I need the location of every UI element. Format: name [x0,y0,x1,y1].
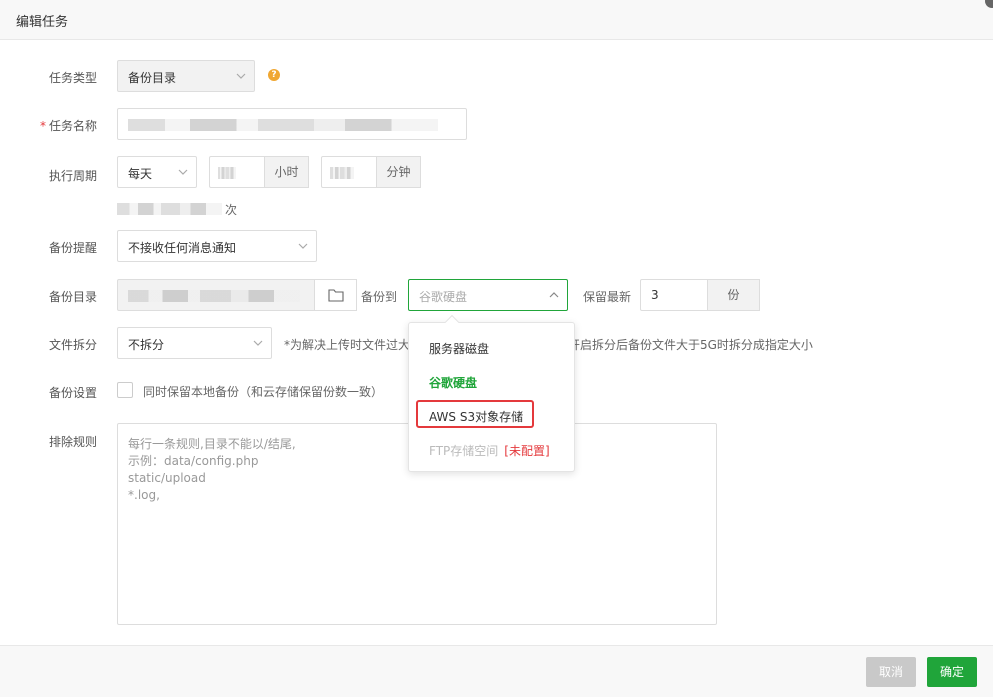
notify-select[interactable]: 不接收任何消息通知 [117,230,317,262]
split-note-left: *为解决上传时文件过大 [284,338,411,352]
minute-input[interactable]: 分钟 [321,156,421,188]
confirm-button[interactable]: 确定 [927,657,977,687]
split-note-right: 开启拆分后备份文件大于5G时拆分成指定大小 [568,338,813,352]
chevron-down-icon [298,243,308,249]
schedule-value: 每天 [128,167,153,181]
chevron-down-icon [253,340,263,346]
split-select[interactable]: 不拆分 [117,327,272,359]
not-configured-tag: [未配置] [504,444,550,458]
schedule-summary: 次 [225,203,238,217]
dialog-footer: 取消 确定 [0,645,993,697]
task-type-label: 任务类型 [48,71,97,85]
schedule-select[interactable]: 每天 [117,156,197,188]
hour-input[interactable]: 小时 [209,156,309,188]
close-icon[interactable] [985,0,993,8]
chevron-down-icon [236,73,246,79]
option-google-drive[interactable]: 谷歌硬盘 [429,374,477,391]
hour-unit: 小时 [264,156,309,188]
redacted-text [218,167,236,179]
help-icon[interactable]: ? [268,69,280,81]
keep-latest-label: 保留最新 [583,290,632,304]
option-server-disk[interactable]: 服务器磁盘 [429,340,489,357]
chevron-up-icon [549,292,559,298]
backup-to-label: 备份到 [361,290,398,304]
highlight-box [416,400,534,428]
backup-to-value: 谷歌硬盘 [419,290,468,304]
split-label: 文件拆分 [48,338,97,352]
option-ftp: FTP存储空间 [未配置] [429,444,550,458]
chevron-down-icon [178,169,188,175]
exclude-label: 排除规则 [48,435,97,449]
folder-button[interactable] [314,279,357,311]
task-type-value: 备份目录 [128,71,177,85]
redacted-text [330,167,354,179]
dialog-header: 编辑任务 [0,0,993,40]
keep-latest-value: 3 [651,288,659,302]
backup-dir-input[interactable] [117,279,357,311]
keep-latest-unit: 份 [707,279,760,311]
exclude-placeholder: 每行一条规则,目录不能以/结尾, 示例：data/config.php stat… [128,437,296,502]
schedule-label: 执行周期 [48,169,97,183]
keep-local-text: 同时保留本地备份（和云存储保留份数一致） [143,385,384,399]
backup-to-dropdown: 服务器磁盘 谷歌硬盘 AWS S3对象存储 FTP存储空间 [未配置] [408,314,575,472]
dropdown-arrow [444,314,460,330]
dialog-title: 编辑任务 [16,15,69,30]
redacted-text [128,119,438,131]
folder-icon [327,289,344,302]
redacted-text [117,203,222,215]
backup-dir-label: 备份目录 [48,290,97,304]
cancel-button[interactable]: 取消 [866,657,916,687]
split-value: 不拆分 [128,338,165,352]
edit-task-dialog: 编辑任务 任务类型 备份目录 ? * 任务名称 执行周期 每天 小时 分钟 次 备… [0,0,993,697]
keep-latest-input[interactable]: 3 份 [640,279,760,311]
redacted-text [128,290,300,302]
task-name-label: * 任务名称 [39,119,97,133]
task-name-input[interactable] [117,108,467,140]
settings-label: 备份设置 [48,386,97,400]
minute-unit: 分钟 [376,156,421,188]
notify-label: 备份提醒 [48,241,97,255]
task-type-select[interactable]: 备份目录 [117,60,255,92]
notify-value: 不接收任何消息通知 [128,241,237,255]
backup-to-select[interactable]: 谷歌硬盘 [408,279,568,311]
keep-local-checkbox[interactable] [117,382,133,398]
